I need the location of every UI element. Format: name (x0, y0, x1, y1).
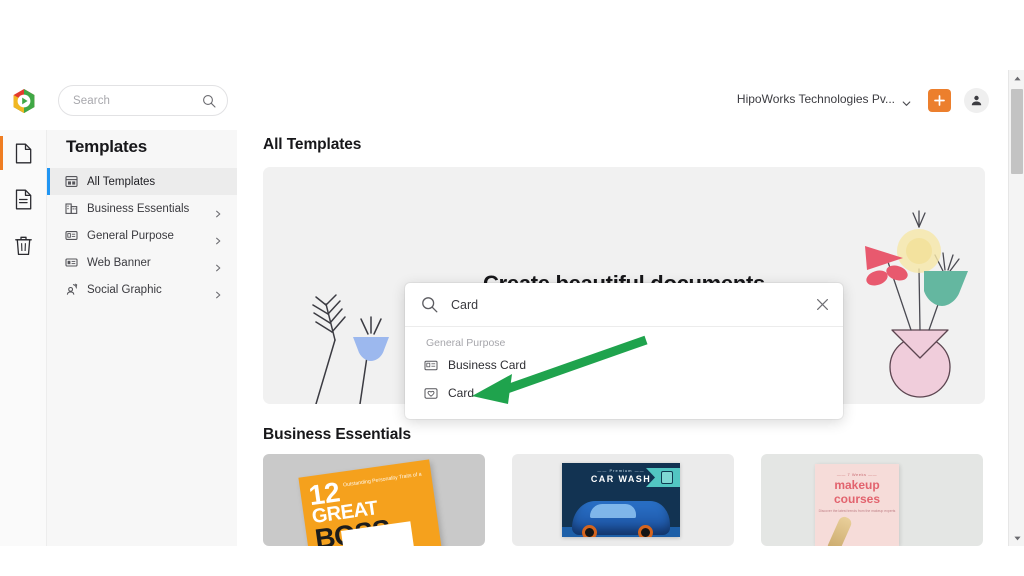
book-subtitle: Outstanding Personality Traits of a (342, 471, 423, 489)
flyer-title-line1: makeup (834, 478, 880, 492)
list-card-icon (65, 229, 78, 242)
sidebar-item-label: All Templates (87, 175, 156, 188)
chevron-right-icon (214, 205, 222, 217)
template-card[interactable]: —— Premium —— CAR WASH (512, 454, 734, 546)
template-card[interactable]: —— 7 Weeks —— makeup courses Discover th… (761, 454, 983, 546)
scroll-down-button[interactable] (1009, 530, 1024, 546)
trash-icon (15, 236, 32, 255)
flower-vase-illustration (863, 199, 978, 404)
sidebar-item-label: Web Banner (87, 256, 151, 269)
chevron-right-icon (214, 232, 222, 244)
flyer-eyebrow: —— 7 Weeks —— (836, 472, 878, 477)
page-title: All Templates (263, 136, 362, 153)
building-icon (65, 202, 78, 215)
wheel-right (638, 525, 653, 537)
search-input[interactable]: Search (58, 85, 228, 116)
account-button[interactable] (964, 88, 989, 113)
grid-template-icon (65, 175, 78, 188)
caret-up-icon (1013, 76, 1021, 80)
app-logo-icon[interactable] (11, 88, 37, 114)
chevron-right-icon (214, 259, 222, 271)
template-card[interactable]: 12 Outstanding Personality Traits of a G… (263, 454, 485, 546)
icon-rail (0, 130, 47, 546)
sidebar-item-web-banner[interactable]: Web Banner (47, 249, 237, 276)
caret-down-icon (1013, 536, 1021, 540)
chevron-right-icon (214, 286, 222, 298)
flyer-title-line2: courses (833, 492, 881, 507)
rail-item-documents[interactable] (0, 130, 47, 176)
document-lines-icon (15, 189, 32, 209)
makeup-courses-flyer-thumbnail: —— 7 Weeks —— makeup courses Discover th… (815, 464, 899, 546)
plus-icon (934, 95, 945, 106)
brush-illustration (825, 514, 854, 546)
chevron-down-icon (902, 95, 911, 106)
sidebar-item-all-templates[interactable]: All Templates (47, 168, 237, 195)
sidebar-item-business-essentials[interactable]: Business Essentials (47, 195, 237, 222)
scroll-up-button[interactable] (1009, 70, 1024, 86)
app-window: Search HipoWorks Technologies Pv... Temp… (0, 0, 1024, 576)
sidebar-item-social-graphic[interactable]: Social Graphic (47, 276, 237, 303)
section-title-business-essentials: Business Essentials (263, 426, 412, 443)
sidebar-item-label: Business Essentials (87, 202, 190, 215)
sidebar-list: All Templates Business Essentials Genera… (47, 168, 237, 303)
car-illustration (572, 501, 670, 537)
sidebar-item-label: General Purpose (87, 229, 174, 242)
organization-selector[interactable]: HipoWorks Technologies Pv... (737, 92, 911, 106)
sidebar-item-label: Social Graphic (87, 283, 162, 296)
user-avatar-icon (971, 95, 982, 106)
rail-item-drafts[interactable] (0, 176, 47, 222)
search-icon (202, 94, 216, 108)
create-button[interactable] (928, 89, 951, 112)
green-arrow-annotation (460, 330, 660, 408)
close-icon[interactable] (816, 298, 829, 311)
flyer-body: Discover the latest trends from the make… (818, 509, 896, 514)
car-wash-flyer-thumbnail: —— Premium —— CAR WASH (562, 463, 680, 537)
search-placeholder: Search (73, 94, 111, 107)
rail-item-trash[interactable] (0, 222, 47, 268)
scroll-thumb[interactable] (1011, 89, 1023, 174)
overlay-search-input[interactable]: Card (405, 283, 843, 327)
vertical-scrollbar[interactable] (1008, 70, 1024, 546)
overlay-search-value: Card (451, 297, 479, 312)
id-card-icon (424, 359, 438, 372)
card-heart-icon (424, 387, 438, 400)
wheat-and-blue-tulip-illustration (298, 292, 408, 404)
organization-name: HipoWorks Technologies Pv... (736, 92, 895, 106)
document-icon (15, 143, 32, 163)
sidebar-title: Templates (66, 137, 148, 156)
templates-sidebar: Templates All Templates Business Essenti… (47, 130, 237, 546)
share-person-icon (65, 283, 78, 296)
search-icon (421, 296, 438, 313)
banner-icon (65, 256, 78, 269)
sidebar-item-general-purpose[interactable]: General Purpose (47, 222, 237, 249)
wheel-left (582, 525, 597, 537)
